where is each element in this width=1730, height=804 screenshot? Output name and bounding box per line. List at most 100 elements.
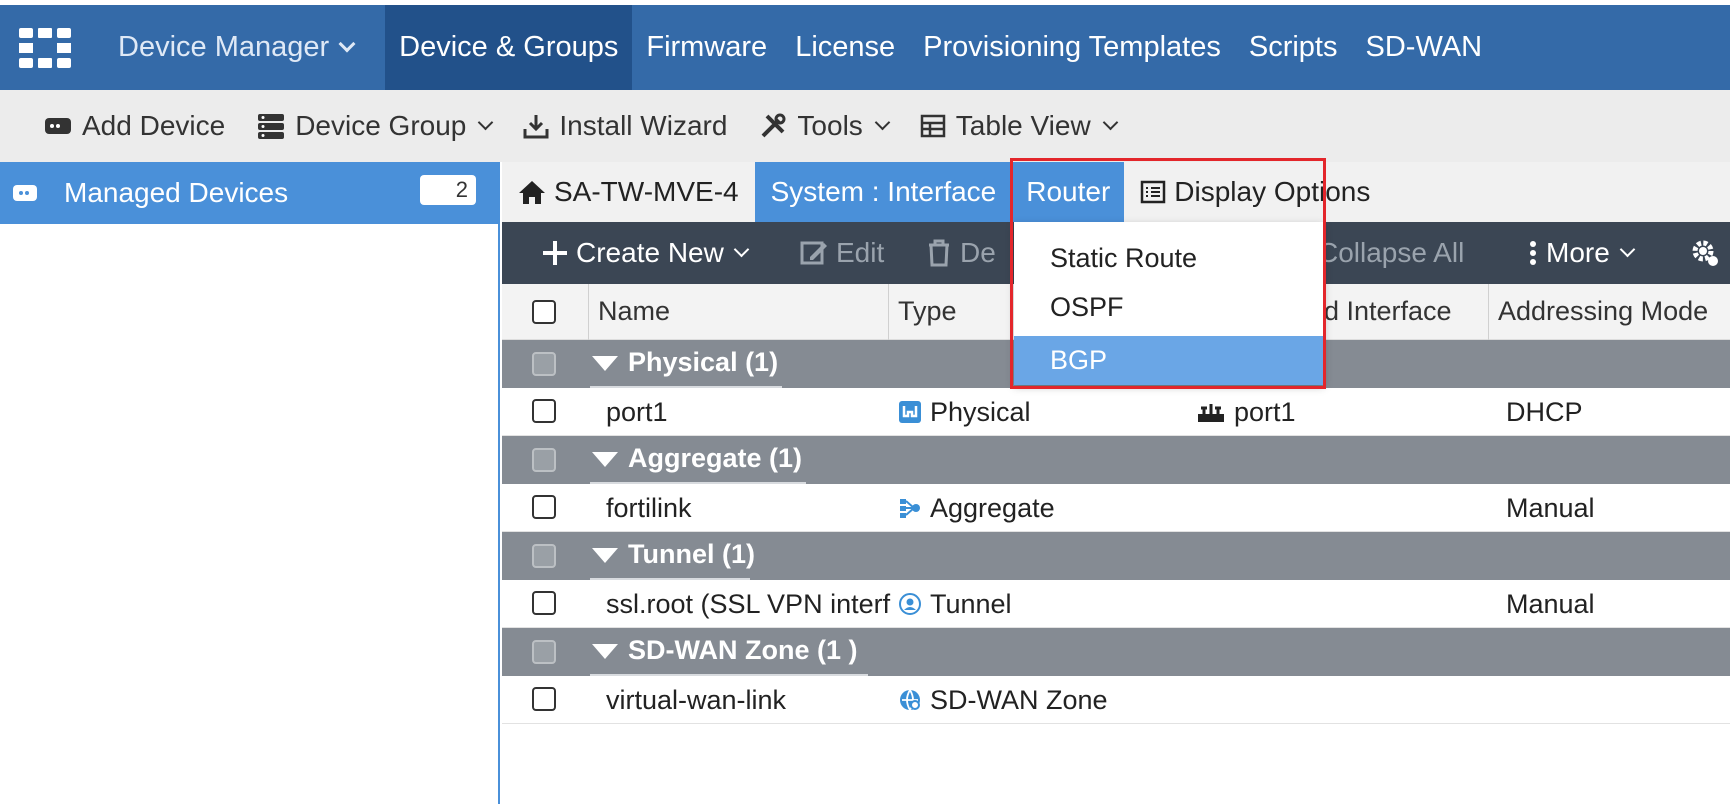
row-checkbox[interactable] (532, 495, 556, 519)
cell-name: virtual-wan-link (606, 685, 787, 715)
table-row[interactable]: port1 Physical port1 DHCP (502, 388, 1730, 436)
home-icon (519, 181, 545, 204)
menu-item-static-route[interactable]: Static Route (1014, 234, 1324, 283)
collapse-all-label: Collapse All (1318, 237, 1465, 268)
edit-label: Edit (836, 237, 885, 268)
install-icon (523, 115, 549, 139)
group-label: SD-WAN Zone (1 ) (592, 635, 858, 666)
router-dropdown-menu: Static Route OSPF BGP (1014, 222, 1324, 385)
device-name: SA-TW-MVE-4 (554, 176, 739, 207)
chevron-down-icon (1102, 114, 1118, 130)
group-row-tunnel[interactable]: Tunnel (1) (502, 532, 1730, 580)
table-row[interactable]: ssl.root (SSL VPN interf Tunnel Manual (502, 580, 1730, 628)
sidebar: Managed Devices 2 (0, 162, 500, 804)
list-icon (1141, 180, 1166, 204)
add-device-label: Add Device (82, 110, 226, 141)
aggregate-icon (900, 498, 920, 518)
column-divider (1488, 284, 1489, 340)
install-wizard-label: Install Wizard (559, 110, 728, 141)
device-icon (45, 118, 71, 134)
select-all-checkbox[interactable] (532, 300, 556, 324)
edit-button[interactable]: Edit (800, 237, 884, 269)
row-checkbox[interactable] (532, 591, 556, 615)
display-options-label: Display Options (1174, 176, 1371, 207)
type-label: Physical (930, 397, 1031, 427)
menu-item-bgp[interactable]: BGP (1014, 336, 1324, 385)
column-header-interface[interactable]: d Interface (1324, 296, 1452, 327)
nav-scripts[interactable]: Scripts (1235, 5, 1352, 90)
cell-type: Tunnel (898, 589, 1012, 620)
nav-firmware[interactable]: Firmware (632, 5, 781, 90)
more-vertical-icon (1530, 241, 1536, 265)
tab-device-home[interactable]: SA-TW-MVE-4 (502, 162, 755, 222)
table-view-button[interactable]: Table View (920, 110, 1118, 142)
cell-type: Physical (898, 397, 1031, 428)
collapse-all-button[interactable]: Collapse All (1318, 237, 1464, 269)
chevron-down-icon (874, 114, 891, 130)
tools-button[interactable]: Tools (759, 110, 891, 142)
cell-interface: port1 (1196, 397, 1296, 428)
nav-sd-wan[interactable]: SD-WAN (1352, 5, 1497, 90)
tab-system-interface[interactable]: System : Interface (754, 162, 1013, 222)
server-group-icon (258, 114, 285, 139)
chevron-down-icon (733, 241, 750, 257)
cell-type: SD-WAN Zone (898, 685, 1108, 716)
tab-router[interactable]: Router (1012, 162, 1125, 222)
install-wizard-button[interactable]: Install Wizard (523, 110, 727, 142)
row-checkbox[interactable] (532, 687, 556, 711)
column-header-addressing-mode[interactable]: Addressing Mode (1498, 296, 1708, 327)
managed-devices-label: Managed Devices (64, 177, 289, 208)
nav-device-groups[interactable]: Device & Groups (385, 5, 633, 90)
create-new-button[interactable]: Create New (542, 237, 750, 269)
chevron-down-icon (1619, 241, 1636, 257)
more-button[interactable]: More (1528, 237, 1636, 269)
add-device-button[interactable]: Add Device (44, 110, 225, 142)
column-header-name[interactable]: Name (598, 296, 670, 327)
device-tabs: SA-TW-MVE-4 System : Interface Router Di… (502, 162, 1730, 222)
device-group-button[interactable]: Device Group (257, 110, 494, 142)
table-row[interactable]: fortilink Aggregate Manual (502, 484, 1730, 532)
group-row-aggregate[interactable]: Aggregate (1) (502, 436, 1730, 484)
sidebar-item-managed-devices[interactable]: Managed Devices 2 (0, 162, 498, 224)
menu-item-ospf[interactable]: OSPF (1014, 283, 1324, 332)
device-manager-label: Device Manager (118, 31, 330, 63)
more-label: More (1546, 237, 1610, 268)
group-checkbox[interactable] (532, 640, 556, 664)
delete-button[interactable]: De (926, 237, 996, 269)
group-checkbox[interactable] (532, 448, 556, 472)
cell-name: fortilink (606, 493, 692, 523)
group-checkbox[interactable] (532, 544, 556, 568)
group-label: Tunnel (1) (592, 539, 755, 570)
tools-label: Tools (797, 110, 863, 141)
group-label: Physical (1) (592, 347, 778, 378)
nav-license[interactable]: License (781, 5, 909, 90)
delete-label: De (960, 237, 996, 268)
row-checkbox[interactable] (532, 399, 556, 423)
type-label: Tunnel (930, 589, 1012, 619)
column-divider (588, 284, 589, 340)
trash-icon (929, 239, 949, 267)
column-header-type[interactable]: Type (898, 296, 957, 327)
chevron-down-icon (338, 35, 356, 52)
table-view-label: Table View (955, 110, 1091, 141)
device-manager-menu[interactable]: Device Manager (90, 5, 385, 90)
tab-display-options[interactable]: Display Options (1124, 162, 1386, 222)
group-checkbox[interactable] (532, 352, 556, 376)
group-row-sd-wan-zone[interactable]: SD-WAN Zone (1 ) (502, 628, 1730, 676)
cell-addressing-mode: DHCP (1506, 397, 1583, 427)
tunnel-icon (899, 592, 921, 615)
column-divider (888, 284, 889, 340)
interface-label: port1 (1234, 397, 1296, 427)
nav-provisioning-templates[interactable]: Provisioning Templates (909, 5, 1235, 90)
cell-addressing-mode: Manual (1506, 589, 1595, 619)
chevron-down-icon (478, 114, 494, 130)
main-toolbar: Add Device Device Group Install Wizard T… (0, 90, 1730, 162)
column-settings-button[interactable] (1690, 238, 1728, 268)
table-row[interactable]: virtual-wan-link SD-WAN Zone (502, 676, 1730, 724)
cell-name: ssl.root (SSL VPN interf (606, 589, 891, 619)
physical-port-icon (899, 400, 921, 423)
edit-icon (800, 241, 827, 265)
device-icon (13, 185, 37, 201)
group-label: Aggregate (1) (592, 443, 802, 474)
fortinet-logo-icon[interactable] (0, 5, 90, 90)
